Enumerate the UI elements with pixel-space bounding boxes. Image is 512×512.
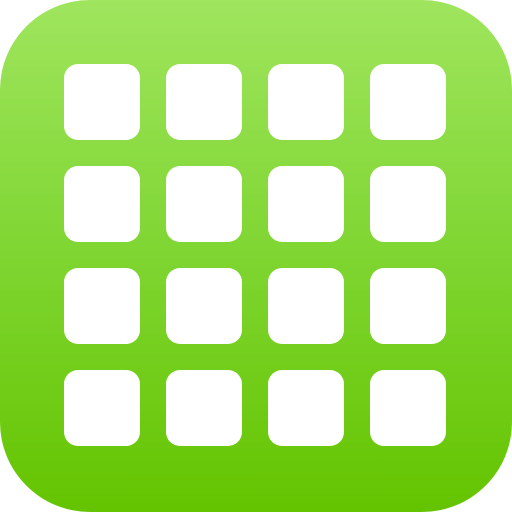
grid-tile — [64, 64, 140, 140]
grid-tile — [166, 64, 242, 140]
tile-grid — [64, 64, 446, 446]
grid-tile — [64, 370, 140, 446]
app-grid-icon[interactable] — [0, 0, 512, 512]
grid-tile — [268, 64, 344, 140]
grid-tile — [370, 370, 446, 446]
grid-tile — [268, 370, 344, 446]
grid-tile — [166, 370, 242, 446]
grid-tile — [166, 268, 242, 344]
grid-tile — [370, 166, 446, 242]
grid-tile — [268, 166, 344, 242]
grid-tile — [64, 268, 140, 344]
grid-tile — [268, 268, 344, 344]
grid-tile — [64, 166, 140, 242]
grid-tile — [370, 268, 446, 344]
grid-tile — [166, 166, 242, 242]
grid-tile — [370, 64, 446, 140]
